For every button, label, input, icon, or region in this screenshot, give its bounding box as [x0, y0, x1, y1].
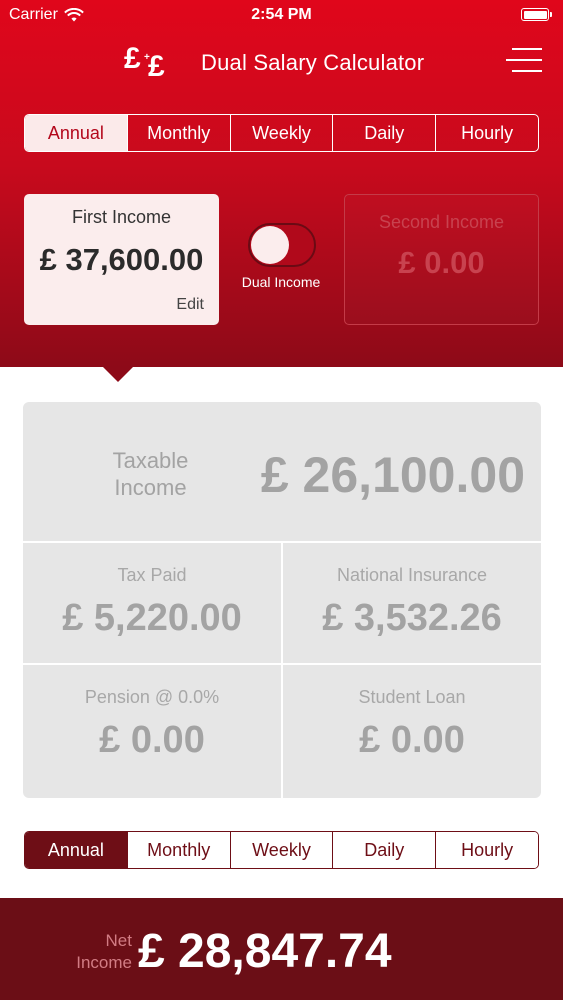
pension-amount: £ 0.00	[99, 719, 205, 761]
tax-paid-cell: Tax Paid £ 5,220.00	[23, 543, 281, 663]
national-insurance-label: National Insurance	[336, 565, 488, 585]
nav-bar: £ + £ Dual Salary Calculator	[0, 42, 563, 86]
taxable-income-label: Taxable Income	[112, 448, 189, 500]
pound-logo-icon: £ + £	[124, 42, 165, 83]
dual-income-label: Dual Income	[241, 274, 321, 290]
tab-hourly-top[interactable]: Hourly	[435, 115, 538, 151]
status-time: 2:54 PM	[251, 6, 312, 23]
net-income-amount: £ 28,847.74	[138, 925, 392, 978]
second-income-amount: £ 0.00	[398, 245, 485, 280]
period-tabs-bottom: Annual Monthly Weekly Daily Hourly	[24, 831, 539, 869]
first-income-label: First Income	[71, 207, 172, 227]
student-loan-label: Student Loan	[358, 687, 466, 707]
tab-weekly-bottom[interactable]: Weekly	[229, 832, 333, 868]
second-income-label: Second Income	[378, 212, 505, 232]
tab-daily-top[interactable]: Daily	[332, 115, 435, 151]
toggle-knob	[251, 226, 289, 264]
taxable-income-section: Taxable Income £ 26,100.00	[23, 402, 541, 542]
battery-icon	[521, 8, 552, 21]
net-income-label: Net Income	[76, 931, 132, 972]
first-income-card[interactable]: First Income £ 37,600.00 Edit	[24, 194, 219, 325]
pension-label: Pension @ 0.0%	[84, 687, 220, 707]
tab-monthly-top[interactable]: Monthly	[126, 115, 230, 151]
student-loan-cell: Student Loan £ 0.00	[283, 665, 541, 785]
national-insurance-amount: £ 3,532.26	[322, 597, 502, 639]
net-income-footer: Net Income £ 28,847.74	[0, 898, 563, 1000]
tab-hourly-bottom[interactable]: Hourly	[435, 832, 538, 868]
tab-annual-bottom[interactable]: Annual	[25, 832, 127, 868]
taxable-income-amount: £ 26,100.00	[260, 447, 525, 503]
tab-annual-top[interactable]: Annual	[25, 115, 127, 151]
pointer-arrow	[102, 366, 134, 382]
tab-monthly-bottom[interactable]: Monthly	[126, 832, 230, 868]
hamburger-menu-icon[interactable]	[506, 48, 542, 74]
status-bar: Carrier 2:54 PM	[0, 0, 563, 30]
tax-paid-amount: £ 5,220.00	[62, 597, 242, 639]
pension-cell: Pension @ 0.0% £ 0.00	[23, 665, 281, 785]
first-income-amount: £ 37,600.00	[39, 242, 204, 277]
tax-paid-label: Tax Paid	[117, 565, 187, 585]
tab-daily-bottom[interactable]: Daily	[332, 832, 436, 868]
student-loan-amount: £ 0.00	[359, 719, 465, 761]
period-tabs-top: Annual Monthly Weekly Daily Hourly	[24, 114, 539, 152]
dual-income-toggle[interactable]	[248, 223, 316, 267]
tab-weekly-top[interactable]: Weekly	[229, 115, 333, 151]
edit-button[interactable]: Edit	[176, 296, 204, 314]
results-panel: Taxable Income £ 26,100.00 Tax Paid £ 5,…	[23, 402, 541, 798]
national-insurance-cell: National Insurance £ 3,532.26	[283, 543, 541, 663]
second-income-card[interactable]: Second Income £ 0.00	[344, 194, 539, 325]
app-title: Dual Salary Calculator	[201, 50, 425, 75]
